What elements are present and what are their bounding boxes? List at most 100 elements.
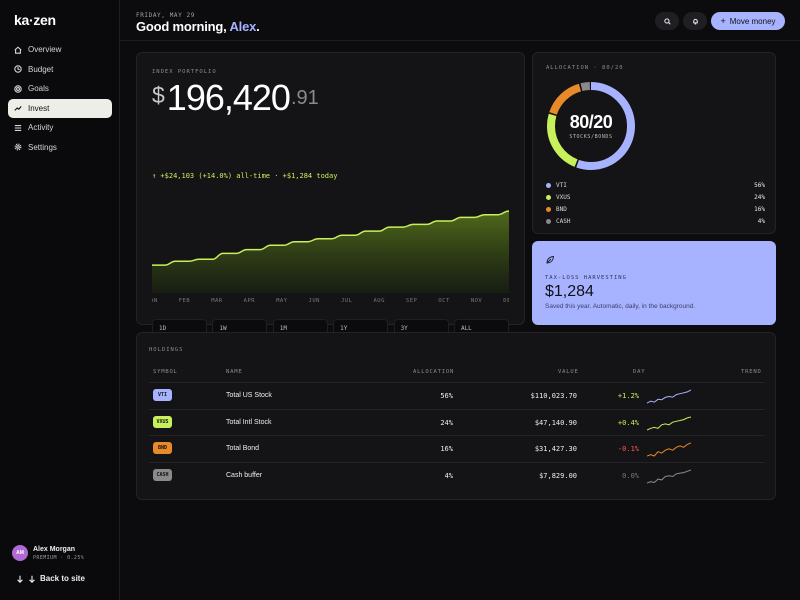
- allocation-ratio: 80/20: [569, 112, 613, 132]
- symbol-badge: VXUS: [153, 415, 172, 428]
- month-tick-label: AUG: [373, 298, 385, 304]
- holding-allocation: 16%: [440, 445, 453, 453]
- table-row[interactable]: VTI Total US Stock 56% $110,023.70 +1.2%: [149, 382, 765, 409]
- tax-loss-harvesting-card[interactable]: TAX-LOSS HARVESTING $1,284 Saved this ye…: [532, 241, 776, 325]
- period-label: 3Y: [400, 325, 408, 332]
- search-icon: [663, 17, 671, 25]
- greeting-name: Alex: [229, 19, 257, 34]
- sidebar-item-goals[interactable]: Goals: [8, 79, 112, 98]
- holding-day-change: 0.0%: [622, 471, 639, 480]
- sidebar-item-label: Invest: [28, 103, 50, 113]
- legend-name: BND: [556, 205, 567, 213]
- month-tick-label: DEC: [503, 298, 515, 304]
- move-money-button[interactable]: + Move money: [711, 12, 785, 30]
- portfolio-chart-area: [152, 211, 509, 293]
- column-header-day: DAY: [633, 369, 646, 375]
- sidebar-item-label: Settings: [28, 142, 57, 152]
- holdings-card: HOLDINGS SYMBOL NAME ALLOCATION VALUE DA…: [136, 332, 776, 500]
- clock-icon: [14, 65, 22, 73]
- holding-name: Total Bond: [226, 445, 260, 452]
- portfolio-label: INDEX PORTFOLIO: [152, 69, 217, 75]
- header-divider: [120, 40, 800, 41]
- holding-value: $31,427.30: [534, 445, 577, 453]
- column-header-allocation: ALLOCATION: [413, 369, 455, 375]
- search-button[interactable]: [655, 12, 679, 30]
- leaf-icon: [546, 255, 555, 264]
- holding-name: Cash buffer: [226, 471, 263, 479]
- header-date: FRIDAY, MAY 29: [136, 12, 195, 19]
- legend-dot: [546, 218, 551, 224]
- holding-value: $7,829.00: [539, 471, 577, 480]
- legend-pct: 24%: [754, 193, 765, 201]
- holding-day-change: +0.4%: [617, 418, 639, 427]
- period-label: 1D: [159, 325, 167, 332]
- allocation-card: ALLOCATION · 80/20 80/20 STOCKS/BONDS VT…: [532, 52, 776, 234]
- table-row[interactable]: VXUS Total Intl Stock 24% $47,140.90 +0.4%: [149, 408, 765, 436]
- user-profile[interactable]: AM Alex Morgan PREMIUM · 0.25%: [12, 545, 84, 561]
- gear-icon: [14, 143, 22, 151]
- target-icon: [14, 84, 22, 93]
- page-title: Good morning, Alex.: [136, 19, 260, 34]
- legend-item-vti: VTI 56%: [546, 179, 765, 191]
- portfolio-value-dec: .91: [290, 87, 319, 109]
- sidebar-item-overview[interactable]: Overview: [8, 40, 112, 59]
- portfolio-card: INDEX PORTFOLIO $ 196,420 .91 ↑ +$24,103…: [136, 52, 525, 351]
- back-to-site-link[interactable]: Back to site: [16, 574, 85, 583]
- period-label: 1W: [219, 325, 227, 332]
- sidebar-item-invest[interactable]: Invest: [8, 98, 112, 118]
- donut-center: 80/20 STOCKS/BONDS: [545, 80, 637, 172]
- user-plan: PREMIUM · 0.25%: [33, 554, 85, 561]
- holding-allocation: 56%: [440, 392, 453, 400]
- app: ka·zen Overview Budget Goals Invest Acti…: [0, 0, 800, 600]
- legend-dot: [546, 194, 551, 200]
- tax-loss-label: TAX-LOSS HARVESTING: [545, 275, 627, 281]
- month-tick-label: OCT: [438, 298, 450, 304]
- legend-name: VXUS: [556, 193, 571, 201]
- sidebar-item-label: Budget: [28, 64, 54, 74]
- table-row[interactable]: CASH Cash buffer 4% $7,829.00 0.0%: [149, 461, 765, 489]
- column-header-value: VALUE: [558, 369, 579, 375]
- holdings-label: HOLDINGS: [149, 347, 184, 353]
- avatar: AM: [12, 545, 28, 561]
- trend-sparkline: [647, 469, 691, 483]
- legend-pct: 4%: [757, 217, 765, 225]
- user-name: Alex Morgan: [33, 545, 76, 553]
- list-icon: [14, 124, 22, 132]
- legend-pct: 56%: [754, 181, 765, 189]
- month-tick-label: FEB: [178, 298, 191, 304]
- bell-icon: [692, 18, 698, 24]
- sidebar-item-label: Overview: [28, 45, 62, 54]
- currency-symbol: $: [152, 82, 165, 108]
- home-icon: [14, 45, 22, 54]
- holding-value: $110,023.70: [530, 392, 577, 400]
- legend-name: CASH: [556, 217, 571, 225]
- legend-dot: [546, 182, 551, 188]
- month-tick-label: JUL: [341, 298, 353, 304]
- table-row[interactable]: BND Total Bond 16% $31,427.30 -0.1%: [149, 435, 765, 462]
- symbol-badge: CASH: [153, 468, 172, 481]
- portfolio-chart[interactable]: [152, 203, 509, 293]
- trend-sparkline: [647, 442, 691, 457]
- symbol-badge: VTI: [153, 389, 172, 401]
- month-tick-label: SEP: [405, 298, 418, 304]
- logo[interactable]: ka·zen: [14, 12, 56, 28]
- notifications-button[interactable]: [683, 12, 707, 30]
- legend-item-cash: CASH 4%: [546, 215, 765, 227]
- column-header-trend: TREND: [741, 369, 762, 375]
- greeting-end: .: [256, 19, 260, 34]
- period-label: ALL: [460, 325, 472, 332]
- greeting-text: Good morning,: [136, 19, 230, 34]
- tax-loss-description: Saved this year. Automatic, daily, in th…: [545, 303, 696, 310]
- period-label: 1M: [279, 325, 288, 332]
- arrow-down-icon: [29, 575, 35, 583]
- sidebar-item-settings[interactable]: Settings: [8, 138, 112, 157]
- legend-dot: [546, 206, 551, 212]
- allocation-ratio-label: STOCKS/BONDS: [569, 134, 613, 140]
- holding-day-change: -0.1%: [617, 445, 639, 453]
- sidebar-item-budget[interactable]: Budget: [8, 60, 112, 79]
- holding-day-change: +1.2%: [617, 392, 639, 400]
- holding-name: Total Intl Stock: [226, 418, 272, 426]
- allocation-label: ALLOCATION · 80/20: [546, 65, 624, 71]
- month-tick-label: MAR: [211, 298, 223, 304]
- sidebar-item-activity[interactable]: Activity: [8, 118, 112, 137]
